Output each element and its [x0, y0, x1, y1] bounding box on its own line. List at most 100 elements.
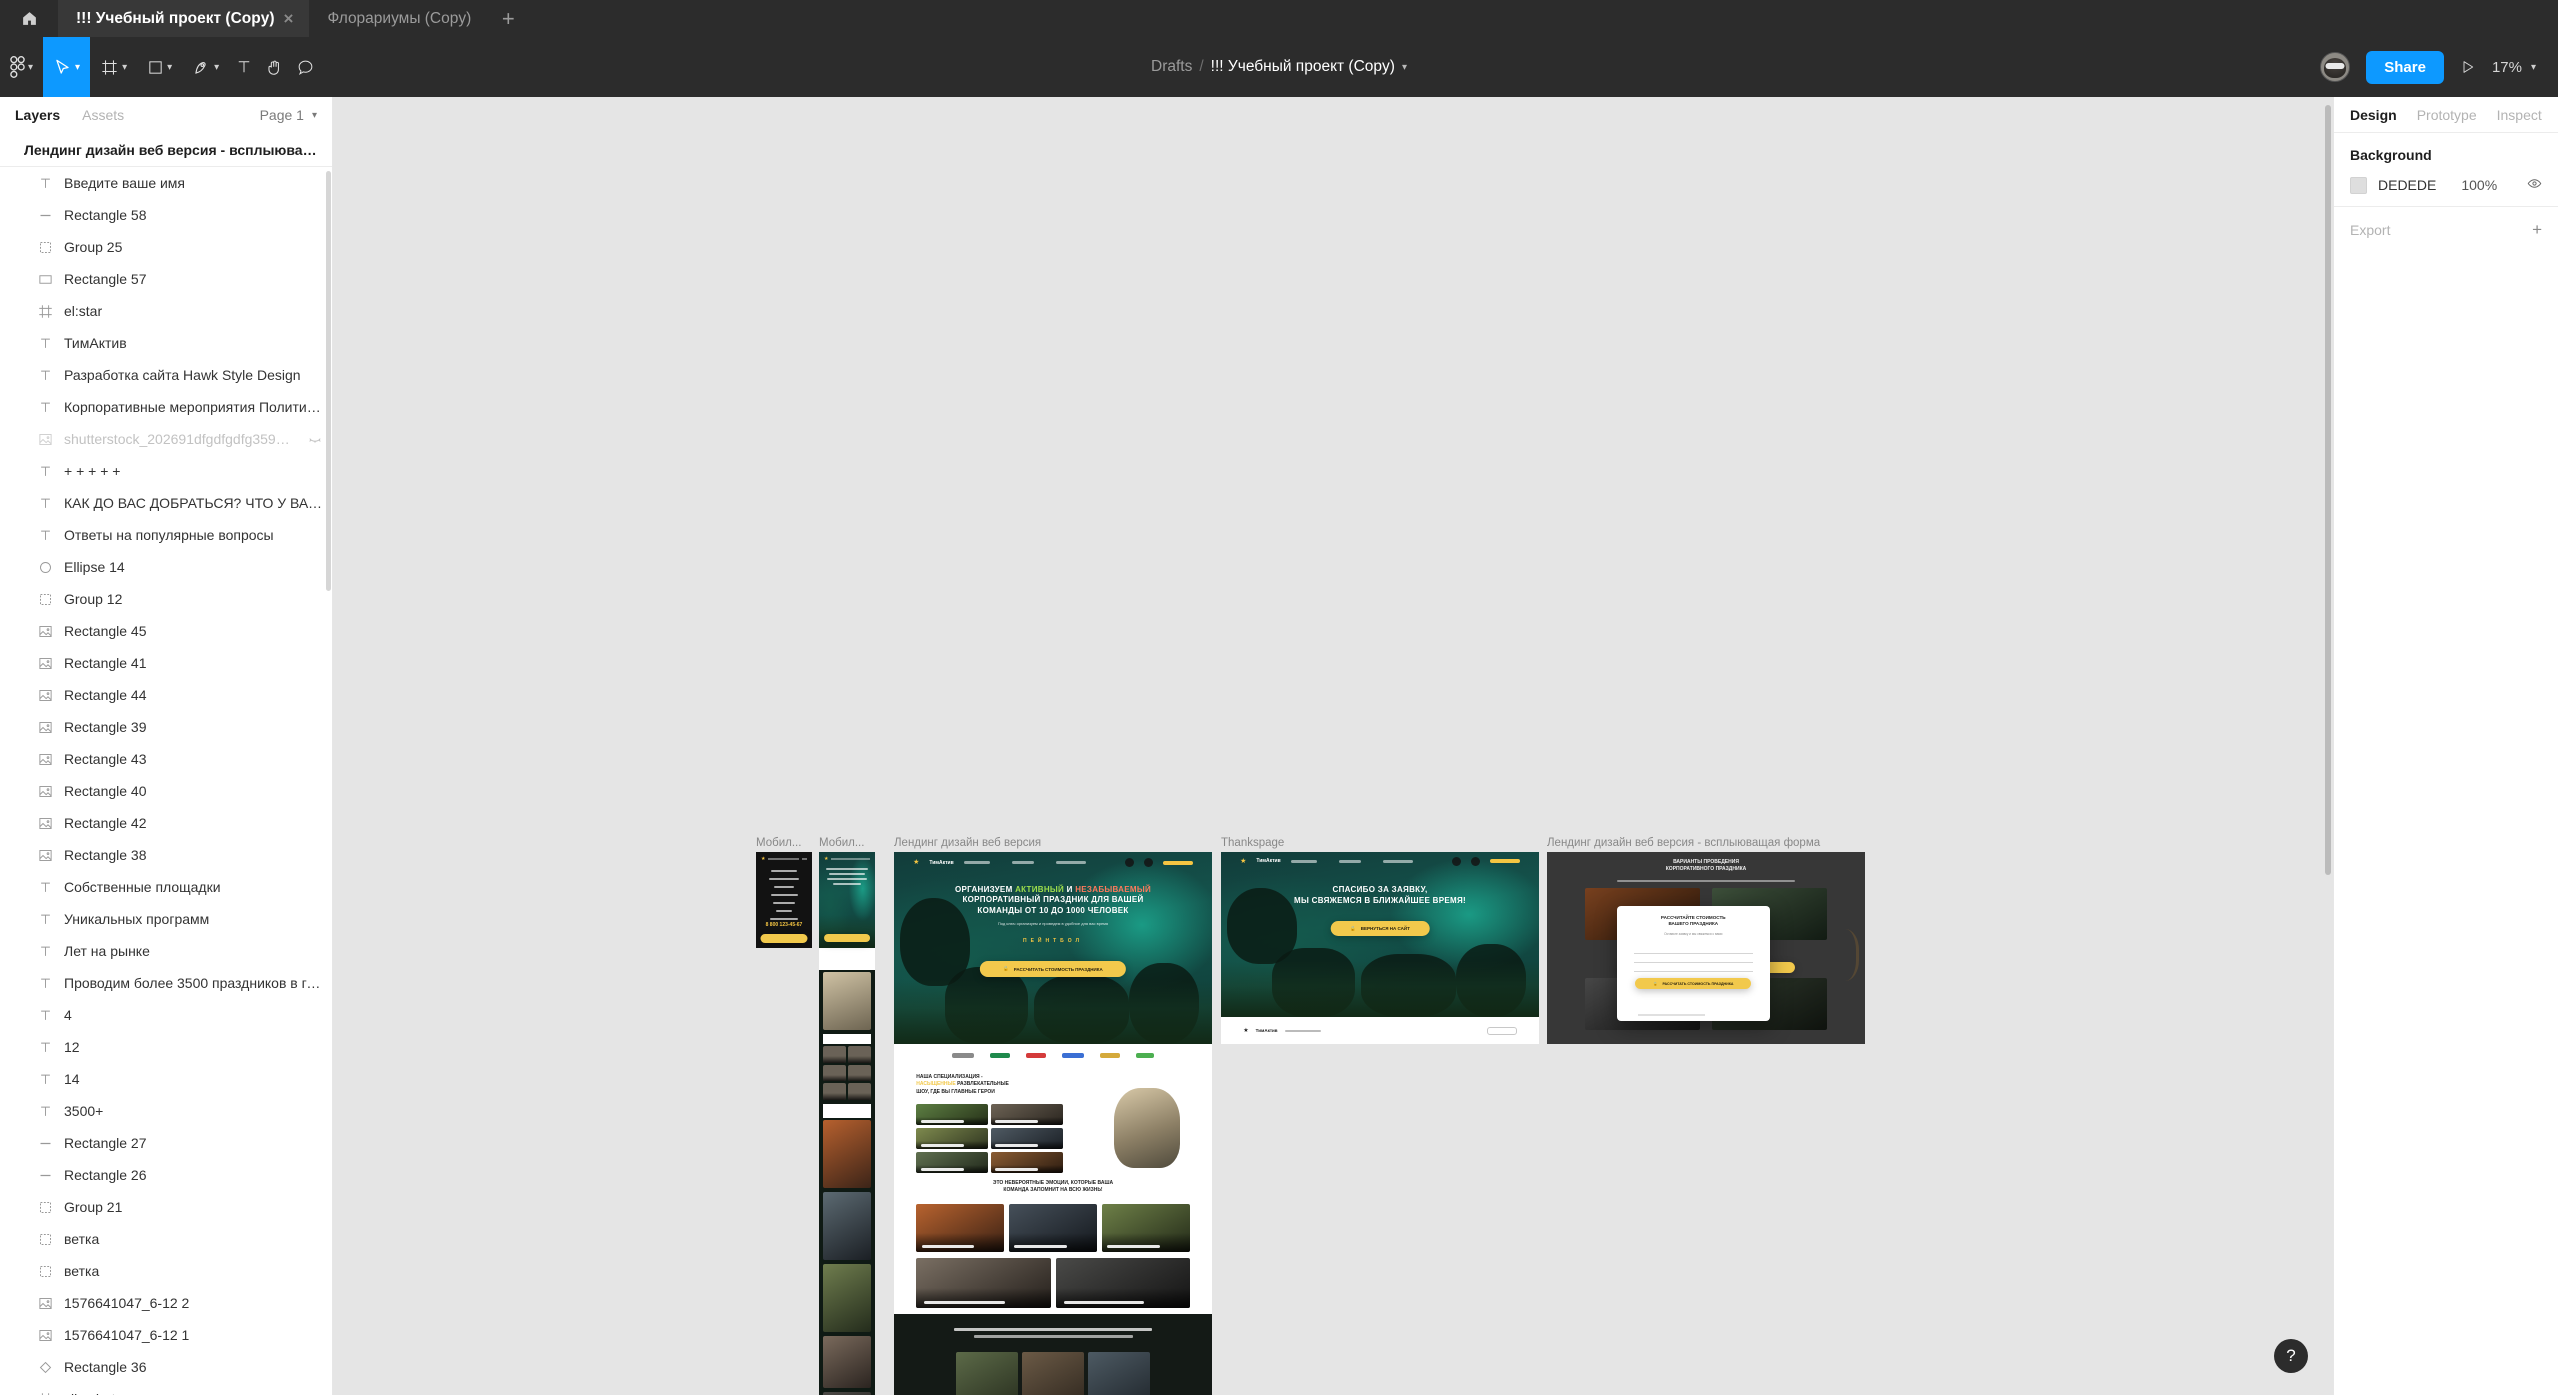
tab-design[interactable]: Design — [2350, 107, 2397, 123]
layer-row[interactable]: Корпоративные мероприятия Политика конф.… — [0, 391, 332, 423]
layer-row[interactable]: Group 12 — [0, 583, 332, 615]
frame-icon — [38, 1392, 53, 1395]
chevron-down-icon[interactable]: ▾ — [1402, 62, 1407, 73]
tab-layers[interactable]: Layers — [15, 107, 60, 123]
breadcrumb-drafts[interactable]: Drafts — [1151, 58, 1192, 76]
cta-label: РАССЧИТАТЬ СТОИМОСТЬ ПРАЗДНИКА — [1013, 966, 1103, 972]
layer-row[interactable]: Собственные площадки — [0, 871, 332, 903]
layer-row[interactable]: Rectangle 26 — [0, 1159, 332, 1191]
frame-tool[interactable]: ▾ — [90, 37, 137, 97]
layer-row[interactable]: Проводим более 3500 праздников в год — [0, 967, 332, 999]
frame-popup-form[interactable]: Лендинг дизайн веб версия - всплыюващая … — [1547, 837, 1865, 1044]
canvas-scrollbar[interactable] — [2325, 105, 2331, 875]
layer-row[interactable]: Ellipse 14 — [0, 551, 332, 583]
layer-row[interactable]: 12 — [0, 1031, 332, 1063]
layer-row[interactable]: Rectangle 36 — [0, 1351, 332, 1383]
thankspage-cta-button[interactable]: 🔒 ВЕРНУТЬСЯ НА САЙТ — [1330, 921, 1430, 937]
tab-florariumy[interactable]: Флорариумы (Copy) — [309, 0, 487, 37]
layer-row[interactable]: Ответы на популярные вопросы — [0, 519, 332, 551]
layer-row[interactable]: ТимАктив — [0, 327, 332, 359]
layers-scrollbar[interactable] — [326, 171, 331, 591]
layer-row[interactable]: 4 — [0, 999, 332, 1031]
layer-row[interactable]: Лет на рынке — [0, 935, 332, 967]
help-button[interactable]: ? — [2274, 1339, 2308, 1373]
layer-row-frame-root[interactable]: Лендинг дизайн веб версия - всплыюващая … — [0, 133, 332, 177]
close-icon[interactable]: × — [284, 10, 294, 27]
layer-row[interactable]: Rectangle 39 — [0, 711, 332, 743]
text-icon — [38, 1008, 53, 1023]
document-name[interactable]: !!! Учебный проект (Copy) — [1211, 58, 1395, 76]
layer-row[interactable]: Rectangle 40 — [0, 775, 332, 807]
zoom-control[interactable]: 17% ▾ — [2492, 59, 2536, 76]
layer-row[interactable]: Group 21 — [0, 1191, 332, 1223]
share-button[interactable]: Share — [2366, 50, 2444, 84]
hero-cta-button[interactable]: 🔒 РАССЧИТАТЬ СТОИМОСТЬ ПРАЗДНИКА — [979, 961, 1127, 978]
tab-prototype[interactable]: Prototype — [2417, 107, 2477, 123]
layer-row[interactable]: el:star — [0, 295, 332, 327]
layer-row[interactable]: Rectangle 57 — [0, 263, 332, 295]
move-tool[interactable]: ▾ — [43, 37, 91, 97]
eye-icon[interactable] — [2527, 176, 2542, 194]
layer-row[interactable]: 1576641047_6-12 1 — [0, 1319, 332, 1351]
main-menu-button[interactable]: ▾ — [0, 37, 43, 97]
hand-tool[interactable] — [259, 37, 290, 97]
layer-label: Лендинг дизайн веб версия - всплыюващая … — [24, 141, 320, 158]
layer-row[interactable]: Rectangle 58 — [0, 199, 332, 231]
background-opacity[interactable]: 100% — [2461, 177, 2497, 193]
layer-row[interactable]: Разработка сайта Hawk Style Design — [0, 359, 332, 391]
layer-label: Проводим более 3500 праздников в год — [64, 975, 322, 991]
background-color-hex[interactable]: DEDEDE — [2378, 177, 2436, 193]
frame-mobile-menu[interactable]: Мобил... ★ 8 800 123-45-67 — [756, 837, 812, 948]
star-icon: ★ — [913, 859, 920, 867]
layer-row[interactable]: 3500+ — [0, 1095, 332, 1127]
page-selector[interactable]: Page 1 ▾ — [260, 107, 317, 123]
layer-row[interactable]: Rectangle 43 — [0, 743, 332, 775]
layer-row[interactable]: ветка — [0, 1255, 332, 1287]
layer-row[interactable]: + + + + + — [0, 455, 332, 487]
layer-row[interactable]: Rectangle 42 — [0, 807, 332, 839]
avatar[interactable] — [2320, 52, 2351, 82]
layer-row[interactable]: Rectangle 45 — [0, 615, 332, 647]
frame-label: Мобил... — [756, 837, 802, 849]
modal-submit-button[interactable]: 🔒 РАССЧИТАТЬ СТОИМОСТЬ ПРАЗДНИКА — [1635, 978, 1752, 990]
layer-row[interactable]: Rectangle 27 — [0, 1127, 332, 1159]
layer-row[interactable]: Уникальных программ — [0, 903, 332, 935]
cost-calculator-modal[interactable]: РАССЧИТАЙТЕ СТОИМОСТЬ ВАШЕГО ПРАЗДНИКА О… — [1616, 905, 1770, 1021]
plus-icon[interactable]: + — [2532, 220, 2542, 240]
text-tool[interactable] — [229, 37, 259, 97]
layer-row[interactable]: Rectangle 38 — [0, 839, 332, 871]
new-tab-button[interactable]: + — [487, 0, 529, 37]
layer-row[interactable]: КАК ДО ВАС ДОБРАТЬСЯ? ЧТО У ВАС ЕСТЬ В .… — [0, 487, 332, 519]
layer-row[interactable]: ветка — [0, 1223, 332, 1255]
layer-label: КАК ДО ВАС ДОБРАТЬСЯ? ЧТО У ВАС ЕСТЬ В .… — [64, 495, 322, 511]
frame-thankspage[interactable]: Thankspage ★ ТимАктив СПАСИБО ЗА ЗАЯВКУ,… — [1221, 837, 1539, 1044]
layer-row[interactable]: 14 — [0, 1063, 332, 1095]
layer-row[interactable]: 1576641047_6-12 2 — [0, 1287, 332, 1319]
tab-uchebny-proekt[interactable]: !!! Учебный проект (Copy) × — [58, 0, 310, 37]
layer-row[interactable]: Rectangle 44 — [0, 679, 332, 711]
home-button[interactable] — [0, 0, 58, 37]
frame-desktop-landing[interactable]: Лендинг дизайн веб версия ★ ТимАктив ОРГ… — [894, 837, 1212, 1395]
frame-mobile-landing[interactable]: Мобил... ★ — [819, 837, 875, 1395]
layer-label: Rectangle 41 — [64, 655, 147, 671]
layer-row[interactable]: cib:whatsapp — [0, 1383, 332, 1395]
phone-input[interactable] — [1633, 954, 1753, 964]
tab-inspect[interactable]: Inspect — [2497, 107, 2542, 123]
tab-assets[interactable]: Assets — [82, 107, 124, 123]
lock-icon: 🔒 — [1350, 925, 1356, 931]
pen-tool[interactable]: ▾ — [182, 37, 229, 97]
layers-list[interactable]: Введите ваше имя Rectangle 58 Group 25 Rect… — [0, 167, 332, 1395]
layer-row[interactable]: Group 25 — [0, 231, 332, 263]
layer-row[interactable]: shutterstock_202691dfgdfgdfg3591____... — [0, 423, 332, 455]
layer-row[interactable]: Введите ваше имя — [0, 167, 332, 199]
background-color-swatch[interactable] — [2350, 176, 2367, 194]
shape-tool[interactable]: ▾ — [137, 37, 182, 97]
layer-row[interactable]: Rectangle 41 — [0, 647, 332, 679]
email-input[interactable] — [1633, 963, 1753, 973]
name-input[interactable] — [1633, 945, 1753, 955]
right-sidebar: Design Prototype Inspect Background DEDE… — [2333, 97, 2558, 1395]
present-button[interactable] — [2460, 59, 2476, 75]
comment-tool[interactable] — [290, 37, 321, 97]
eye-off-icon[interactable] — [308, 431, 322, 448]
design-canvas[interactable]: Мобил... ★ 8 800 123-45-67 Мобил... ★ Ле… — [333, 97, 2333, 1395]
